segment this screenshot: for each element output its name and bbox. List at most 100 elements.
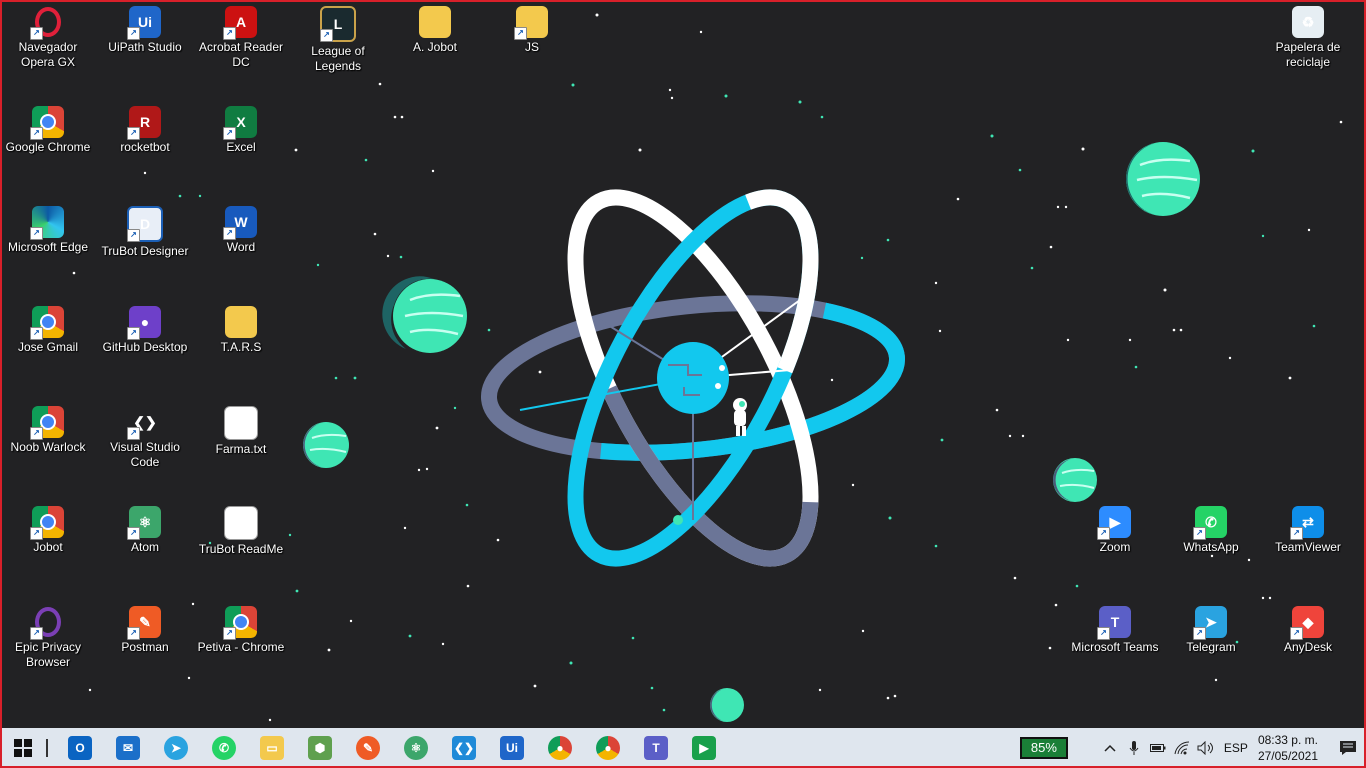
desktop-icon-label: Papelera de reciclaje	[1275, 40, 1341, 69]
chrome-profile-icon: ●	[548, 736, 572, 760]
desktop-icon-label: GitHub Desktop	[102, 340, 188, 354]
battery-level[interactable]: 85%	[1019, 737, 1068, 759]
wifi-icon[interactable]	[1170, 728, 1194, 768]
planet-small-left	[303, 422, 349, 468]
shortcut-arrow-icon: ↗	[127, 527, 140, 540]
vscode-icon: ❮❯	[452, 736, 476, 760]
planet-bottom	[710, 688, 744, 722]
action-center-button[interactable]	[1330, 728, 1366, 768]
taskbar-media[interactable]: ▶	[680, 728, 728, 768]
clock[interactable]: 08:33 p. m. 27/05/2021	[1258, 732, 1318, 764]
clock-date: 27/05/2021	[1257, 749, 1318, 763]
postman-icon: ✎	[356, 736, 380, 760]
trubot-icon: D ↗	[127, 206, 163, 242]
desktop-icon-jose-gmail[interactable]: ↗ Jose Gmail	[0, 300, 96, 355]
taskbar: O ✉ ➤ ✆ ▭ ⬢ ✎ ⚛ ❮❯ Ui ● ● T ▶ 85% ESP 08:33 p. m. 27/…	[0, 728, 1366, 768]
microphone-icon[interactable]	[1122, 728, 1146, 768]
desktop-icon-atom[interactable]: ⚛ ↗ Atom	[97, 500, 193, 555]
desktop-icon-t-a-r-s[interactable]: T.A.R.S	[193, 300, 289, 355]
shortcut-arrow-icon: ↗	[127, 127, 140, 140]
desktop-icon-trubot-designer[interactable]: D ↗ TruBot Designer	[97, 200, 193, 259]
taskbar-atom[interactable]: ⚛	[392, 728, 440, 768]
battery-icon[interactable]	[1146, 728, 1170, 768]
desktop-icon-petiva-chrome[interactable]: ↗ Petiva - Chrome	[193, 600, 289, 655]
desktop-icon-rocketbot[interactable]: R ↗ rocketbot	[97, 100, 193, 155]
input-language[interactable]: ESP	[1224, 741, 1248, 755]
desktop-icon-jobot[interactable]: ↗ Jobot	[0, 500, 96, 555]
desktop-icon-label: Google Chrome	[5, 140, 91, 154]
desktop-icon-label: WhatsApp	[1183, 540, 1239, 554]
chrome-profile-icon: ●	[596, 736, 620, 760]
word-icon: W ↗	[223, 206, 257, 240]
start-button[interactable]	[0, 728, 46, 768]
chrome-icon: ↗	[30, 106, 64, 140]
nodejs-icon: ⬢	[308, 736, 332, 760]
taskbar-file-explorer[interactable]: ▭	[248, 728, 296, 768]
zoom-icon: ▶ ↗	[1097, 506, 1131, 540]
telegram-icon: ➤	[164, 736, 188, 760]
telegram-icon: ➤ ↗	[1193, 606, 1227, 640]
taskbar-teams[interactable]: T	[632, 728, 680, 768]
taskbar-uipath[interactable]: Ui	[488, 728, 536, 768]
desktop-icon-navegador-opera-gx[interactable]: ↗ Navegador Opera GX	[0, 0, 96, 70]
shortcut-arrow-icon: ↗	[514, 27, 527, 40]
whatsapp-icon: ✆ ↗	[1193, 506, 1227, 540]
desktop-icon-noob-warlock[interactable]: ↗ Noob Warlock	[0, 400, 96, 455]
desktop-icon-js[interactable]: ↗ JS	[484, 0, 580, 55]
taskbar-chrome-profile-n[interactable]: ●	[536, 728, 584, 768]
taskbar-chrome-profile[interactable]: ●	[584, 728, 632, 768]
desktop-icon-uipath-studio[interactable]: Ui ↗ UiPath Studio	[97, 0, 193, 55]
teams-icon: T	[644, 736, 668, 760]
desktop-icon-papelera-de-reciclaje[interactable]: ♻ Papelera de reciclaje	[1260, 0, 1356, 70]
desktop-icon-github-desktop[interactable]: ● ↗ GitHub Desktop	[97, 300, 193, 355]
taskbar-vscode[interactable]: ❮❯	[440, 728, 488, 768]
desktop-icon-label: Microsoft Teams	[1071, 640, 1159, 654]
github-icon: ● ↗	[127, 306, 161, 340]
shortcut-arrow-icon: ↗	[127, 427, 140, 440]
show-hidden-icons[interactable]	[1098, 728, 1122, 768]
desktop-icon-teamviewer[interactable]: ⇄ ↗ TeamViewer	[1260, 500, 1356, 555]
epic-browser-icon: ↗	[30, 606, 64, 640]
uipath-icon: Ui	[500, 736, 524, 760]
desktop-icon-farma-txt[interactable]: ≡ Farma.txt	[193, 400, 289, 457]
desktop-icon-acrobat-reader-dc[interactable]: A ↗ Acrobat Reader DC	[193, 0, 289, 70]
shortcut-arrow-icon: ↗	[223, 127, 236, 140]
taskbar-nodejs[interactable]: ⬢	[296, 728, 344, 768]
desktop-icon-word[interactable]: W ↗ Word	[193, 200, 289, 255]
taskbar-postman[interactable]: ✎	[344, 728, 392, 768]
postman-icon: ✎ ↗	[127, 606, 161, 640]
desktop-icon-a-jobot[interactable]: A. Jobot	[387, 0, 483, 55]
desktop-icon-visual-studio-code[interactable]: ❮❯ ↗ Visual Studio Code	[97, 400, 193, 470]
desktop-icon-label: Postman	[121, 640, 169, 654]
shortcut-arrow-icon: ↗	[1097, 527, 1110, 540]
desktop-icon-label: rocketbot	[120, 140, 170, 154]
shortcut-arrow-icon: ↗	[1193, 527, 1206, 540]
desktop-icon-anydesk[interactable]: ◆ ↗ AnyDesk	[1260, 600, 1356, 655]
desktop-icon-google-chrome[interactable]: ↗ Google Chrome	[0, 100, 96, 155]
desktop-icon-label: Word	[226, 240, 256, 254]
uipath-icon: Ui ↗	[127, 6, 161, 40]
opera-gx-icon: ↗	[30, 6, 64, 40]
desktop-icon-label: Acrobat Reader DC	[198, 40, 284, 69]
shortcut-arrow-icon: ↗	[30, 627, 43, 640]
desktop-icon-zoom[interactable]: ▶ ↗ Zoom	[1067, 500, 1163, 555]
taskbar-telegram[interactable]: ➤	[152, 728, 200, 768]
desktop-icon-trubot-readme[interactable]: ≡ TruBot ReadMe	[193, 500, 289, 557]
desktop-icon-microsoft-teams[interactable]: T ↗ Microsoft Teams	[1067, 600, 1163, 655]
desktop-icon-excel[interactable]: X ↗ Excel	[193, 100, 289, 155]
volume-icon[interactable]	[1194, 728, 1218, 768]
desktop-icon-label: Microsoft Edge	[7, 240, 89, 254]
taskbar-whatsapp[interactable]: ✆	[200, 728, 248, 768]
desktop-icon-label: JS	[524, 40, 539, 54]
outlook-icon: O	[68, 736, 92, 760]
desktop-icon-label: Atom	[130, 540, 159, 554]
taskbar-outlook[interactable]: O	[56, 728, 104, 768]
desktop-icon-telegram[interactable]: ➤ ↗ Telegram	[1163, 600, 1259, 655]
desktop-icon-microsoft-edge[interactable]: ↗ Microsoft Edge	[0, 200, 96, 255]
taskbar-mail[interactable]: ✉	[104, 728, 152, 768]
desktop-icon-league-of-legends[interactable]: L ↗ League of Legends	[290, 0, 386, 74]
desktop-icon-whatsapp[interactable]: ✆ ↗ WhatsApp	[1163, 500, 1259, 555]
desktop-icon-epic-privacy-browser[interactable]: ↗ Epic Privacy Browser	[0, 600, 96, 670]
desktop-icon-postman[interactable]: ✎ ↗ Postman	[97, 600, 193, 655]
text-file-icon: ≡	[224, 406, 258, 440]
